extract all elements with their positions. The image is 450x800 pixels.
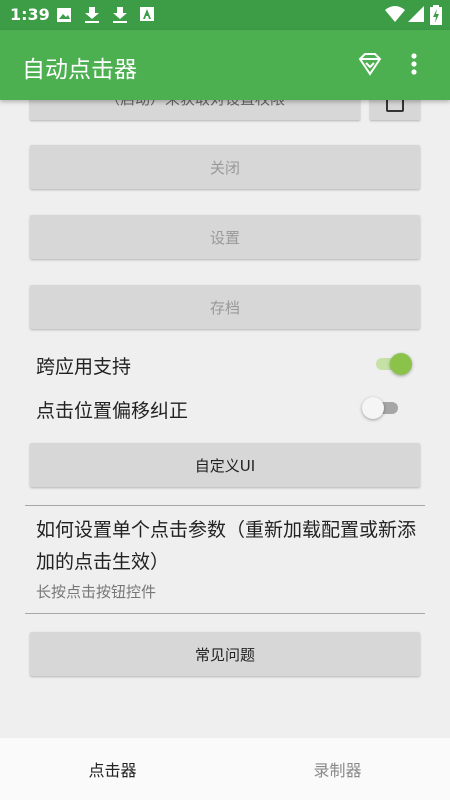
faq-button[interactable]: 常见问题 bbox=[30, 632, 420, 676]
nav-clicker-tab[interactable]: 点击器 bbox=[0, 738, 225, 800]
checkbox-box bbox=[386, 100, 404, 112]
cross-app-switch[interactable] bbox=[372, 353, 412, 375]
nav-recorder-tab[interactable]: 录制器 bbox=[225, 738, 450, 800]
signal-icon bbox=[408, 6, 424, 22]
divider bbox=[25, 505, 425, 506]
text-a-icon bbox=[140, 7, 154, 21]
more-vert-icon[interactable] bbox=[410, 52, 418, 76]
status-bar: 1:39 bbox=[0, 0, 450, 30]
app-title: 自动点击器 bbox=[22, 57, 137, 83]
close-button[interactable]: 关闭 bbox=[30, 145, 420, 189]
battery-charging-icon bbox=[430, 5, 442, 25]
custom-ui-button[interactable]: 自定义UI bbox=[30, 443, 420, 487]
click-params-hint-subtitle: 长按点击按钮控件 bbox=[36, 583, 157, 601]
main-content: （启动）来获取对设置权限 关闭 设置 存档 跨应用支持 点击位置偏移纠正 自定义… bbox=[0, 100, 450, 738]
settings-button[interactable]: 设置 bbox=[30, 215, 420, 259]
switch-thumb bbox=[362, 397, 384, 419]
diamond-icon[interactable] bbox=[356, 52, 384, 78]
download-icon bbox=[113, 7, 127, 23]
click-params-hint-title[interactable]: 如何设置单个点击参数（重新加载配置或新添加的点击生效） bbox=[36, 514, 426, 578]
offset-correction-switch[interactable] bbox=[362, 397, 402, 419]
bottom-nav: 点击器 录制器 bbox=[0, 738, 450, 800]
image-icon bbox=[57, 8, 71, 22]
status-time: 1:39 bbox=[10, 5, 50, 24]
offset-correction-label: 点击位置偏移纠正 bbox=[36, 400, 189, 422]
divider bbox=[25, 613, 425, 614]
start-permission-button[interactable]: （启动）来获取对设置权限 bbox=[30, 100, 360, 120]
permission-checkbox[interactable] bbox=[370, 100, 420, 120]
switch-thumb bbox=[390, 353, 412, 375]
download-icon bbox=[85, 7, 99, 23]
cross-app-label: 跨应用支持 bbox=[36, 356, 132, 378]
wifi-icon bbox=[385, 6, 405, 22]
app-bar: 自动点击器 bbox=[0, 30, 450, 100]
archive-button[interactable]: 存档 bbox=[30, 285, 420, 329]
